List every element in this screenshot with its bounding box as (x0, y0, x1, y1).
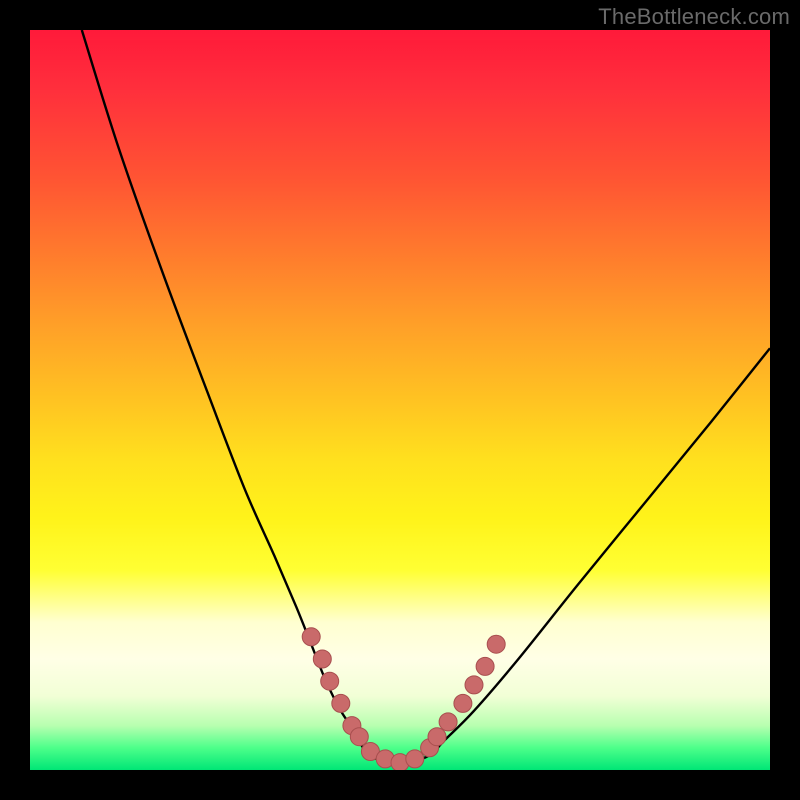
highlight-marker (439, 713, 457, 731)
highlight-marker (321, 672, 339, 690)
highlight-marker (350, 728, 368, 746)
highlight-marker (454, 694, 472, 712)
chart-svg (30, 30, 770, 770)
highlight-marker (476, 657, 494, 675)
bottleneck-curve-path (82, 30, 770, 764)
highlight-marker (313, 650, 331, 668)
highlight-marker (302, 628, 320, 646)
plot-area (30, 30, 770, 770)
highlight-marker (487, 635, 505, 653)
highlight-marker (406, 750, 424, 768)
watermark-label: TheBottleneck.com (598, 4, 790, 30)
highlight-marker (465, 676, 483, 694)
highlight-marker (332, 694, 350, 712)
outer-frame: TheBottleneck.com (0, 0, 800, 800)
marker-group (302, 628, 505, 770)
highlight-marker (428, 728, 446, 746)
